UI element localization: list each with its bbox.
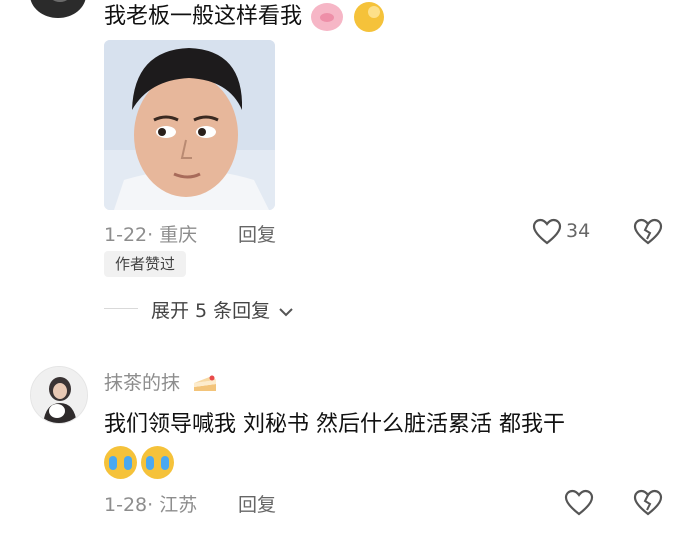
comment-meta: 1-22· 重庆 — [104, 224, 198, 246]
heart-icon — [564, 489, 594, 516]
expand-replies-button[interactable]: 展开 5 条回复 — [151, 296, 294, 323]
expand-replies-label: 展开 5 条回复 — [151, 300, 271, 322]
like-button[interactable] — [532, 218, 562, 250]
dislike-button[interactable] — [633, 218, 663, 250]
avatar-image — [31, 367, 87, 423]
username[interactable]: 抹茶的抹 — [104, 372, 180, 394]
crying-laughing-emoji — [141, 446, 174, 479]
commenter-avatar[interactable] — [30, 0, 86, 18]
comment-text-row: 我老板一般这样看我 — [104, 0, 385, 32]
divider-line — [104, 308, 138, 309]
comment-text: 我们领导喊我 刘秘书 然后什么脏活累活 都我干 — [104, 412, 565, 437]
comment-text: 我老板一般这样看我 — [104, 4, 303, 29]
broken-heart-icon — [633, 218, 663, 245]
comment-image[interactable] — [104, 40, 275, 210]
pig-face-emoji — [311, 3, 344, 31]
like-button[interactable] — [564, 489, 594, 521]
chevron-down-icon — [279, 307, 293, 316]
author-liked-badge: 作者赞过 — [104, 251, 186, 277]
comment-emoji-row — [104, 446, 178, 483]
peeking-face-emoji — [354, 2, 385, 32]
reply-button[interactable]: 回复 — [238, 220, 276, 247]
dislike-button[interactable] — [633, 489, 663, 521]
crying-laughing-emoji — [104, 446, 137, 479]
cake-slice-emoji — [192, 373, 218, 395]
commenter-avatar[interactable] — [30, 366, 88, 424]
broken-heart-icon — [633, 489, 663, 516]
comment-username-row: 抹茶的抹 — [104, 368, 218, 395]
heart-icon — [532, 218, 562, 245]
comment-meta: 1-28· 江苏 — [104, 494, 198, 516]
like-count: 34 — [566, 220, 591, 242]
meme-portrait-image — [104, 40, 275, 210]
reply-button[interactable]: 回复 — [238, 490, 276, 517]
